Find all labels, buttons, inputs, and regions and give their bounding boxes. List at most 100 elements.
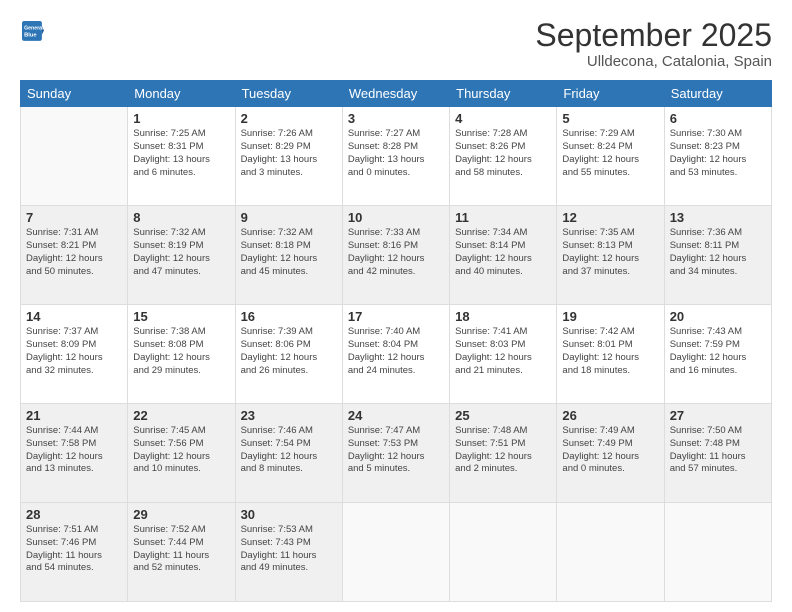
- day-number: 2: [241, 111, 337, 126]
- title-block: September 2025 Ulldecona, Catalonia, Spa…: [535, 18, 772, 70]
- table-row: 27 Sunrise: 7:50 AM Sunset: 7:48 PM Dayli…: [664, 404, 771, 503]
- table-row: [557, 503, 664, 602]
- col-sunday: Sunday: [21, 81, 128, 107]
- table-row: 6 Sunrise: 7:30 AM Sunset: 8:23 PM Daylig…: [664, 107, 771, 206]
- table-row: [342, 503, 449, 602]
- table-row: 16Sunrise: 7:39 AM Sunset: 8:06 PM Dayli…: [235, 305, 342, 404]
- calendar-week-row: 28Sunrise: 7:51 AM Sunset: 7:46 PM Dayli…: [21, 503, 772, 602]
- day-number: 12: [562, 210, 658, 225]
- day-info: Sunrise: 7:52 AM Sunset: 7:44 PM Dayligh…: [133, 524, 229, 575]
- day-number: 30: [241, 507, 337, 522]
- table-row: 9 Sunrise: 7:32 AM Sunset: 8:18 PM Daylig…: [235, 206, 342, 305]
- day-info: Sunrise: 7:26 AM Sunset: 8:29 PM Dayligh…: [241, 128, 337, 179]
- table-row: 2 Sunrise: 7:26 AM Sunset: 8:29 PM Daylig…: [235, 107, 342, 206]
- col-wednesday: Wednesday: [342, 81, 449, 107]
- day-number: 13: [670, 210, 766, 225]
- day-info: Sunrise: 7:30 AM Sunset: 8:23 PM Dayligh…: [670, 128, 766, 179]
- svg-text:General: General: [24, 25, 44, 31]
- calendar-header-row: Sunday Monday Tuesday Wednesday Thursday…: [21, 81, 772, 107]
- day-info: Sunrise: 7:42 AM Sunset: 8:01 PM Dayligh…: [562, 326, 658, 377]
- day-info: Sunrise: 7:50 AM Sunset: 7:48 PM Dayligh…: [670, 425, 766, 476]
- day-number: 17: [348, 309, 444, 324]
- table-row: 7 Sunrise: 7:31 AM Sunset: 8:21 PM Daylig…: [21, 206, 128, 305]
- day-number: 14: [26, 309, 122, 324]
- table-row: 1Sunrise: 7:25 AM Sunset: 8:31 PM Daylig…: [128, 107, 235, 206]
- day-info: Sunrise: 7:29 AM Sunset: 8:24 PM Dayligh…: [562, 128, 658, 179]
- day-number: 20: [670, 309, 766, 324]
- table-row: 30Sunrise: 7:53 AM Sunset: 7:43 PM Dayli…: [235, 503, 342, 602]
- table-row: 10 Sunrise: 7:33 AM Sunset: 8:16 PM Dayli…: [342, 206, 449, 305]
- page: General Blue September 2025 Ulldecona, C…: [0, 0, 792, 612]
- day-number: 21: [26, 408, 122, 423]
- day-info: Sunrise: 7:28 AM Sunset: 8:26 PM Dayligh…: [455, 128, 551, 179]
- day-info: Sunrise: 7:44 AM Sunset: 7:58 PM Dayligh…: [26, 425, 122, 476]
- page-title: September 2025: [535, 18, 772, 53]
- day-number: 9: [241, 210, 337, 225]
- table-row: 5Sunrise: 7:29 AM Sunset: 8:24 PM Daylig…: [557, 107, 664, 206]
- calendar-table: Sunday Monday Tuesday Wednesday Thursday…: [20, 80, 772, 602]
- day-number: 6: [670, 111, 766, 126]
- col-monday: Monday: [128, 81, 235, 107]
- day-info: Sunrise: 7:32 AM Sunset: 8:18 PM Dayligh…: [241, 227, 337, 278]
- col-thursday: Thursday: [450, 81, 557, 107]
- table-row: 26 Sunrise: 7:49 AM Sunset: 7:49 PM Dayli…: [557, 404, 664, 503]
- day-number: 10: [348, 210, 444, 225]
- col-friday: Friday: [557, 81, 664, 107]
- day-number: 22: [133, 408, 229, 423]
- col-tuesday: Tuesday: [235, 81, 342, 107]
- table-row: 28Sunrise: 7:51 AM Sunset: 7:46 PM Dayli…: [21, 503, 128, 602]
- day-info: Sunrise: 7:38 AM Sunset: 8:08 PM Dayligh…: [133, 326, 229, 377]
- day-number: 27: [670, 408, 766, 423]
- table-row: 29Sunrise: 7:52 AM Sunset: 7:44 PM Dayli…: [128, 503, 235, 602]
- day-number: 26: [562, 408, 658, 423]
- day-info: Sunrise: 7:35 AM Sunset: 8:13 PM Dayligh…: [562, 227, 658, 278]
- logo: General Blue: [20, 18, 44, 51]
- day-info: Sunrise: 7:49 AM Sunset: 7:49 PM Dayligh…: [562, 425, 658, 476]
- table-row: 13 Sunrise: 7:36 AM Sunset: 8:11 PM Dayli…: [664, 206, 771, 305]
- calendar-week-row: 1Sunrise: 7:25 AM Sunset: 8:31 PM Daylig…: [21, 107, 772, 206]
- day-number: 3: [348, 111, 444, 126]
- calendar-week-row: 21 Sunrise: 7:44 AM Sunset: 7:58 PM Dayli…: [21, 404, 772, 503]
- day-info: Sunrise: 7:32 AM Sunset: 8:19 PM Dayligh…: [133, 227, 229, 278]
- day-info: Sunrise: 7:48 AM Sunset: 7:51 PM Dayligh…: [455, 425, 551, 476]
- day-number: 28: [26, 507, 122, 522]
- day-number: 15: [133, 309, 229, 324]
- day-info: Sunrise: 7:46 AM Sunset: 7:54 PM Dayligh…: [241, 425, 337, 476]
- day-info: Sunrise: 7:25 AM Sunset: 8:31 PM Dayligh…: [133, 128, 229, 179]
- table-row: 4Sunrise: 7:28 AM Sunset: 8:26 PM Daylig…: [450, 107, 557, 206]
- table-row: 14 Sunrise: 7:37 AM Sunset: 8:09 PM Dayli…: [21, 305, 128, 404]
- table-row: 3 Sunrise: 7:27 AM Sunset: 8:28 PM Daylig…: [342, 107, 449, 206]
- table-row: 18Sunrise: 7:41 AM Sunset: 8:03 PM Dayli…: [450, 305, 557, 404]
- table-row: 8 Sunrise: 7:32 AM Sunset: 8:19 PM Daylig…: [128, 206, 235, 305]
- day-number: 7: [26, 210, 122, 225]
- day-number: 8: [133, 210, 229, 225]
- day-number: 18: [455, 309, 551, 324]
- table-row: 24 Sunrise: 7:47 AM Sunset: 7:53 PM Dayli…: [342, 404, 449, 503]
- day-info: Sunrise: 7:47 AM Sunset: 7:53 PM Dayligh…: [348, 425, 444, 476]
- table-row: 20Sunrise: 7:43 AM Sunset: 7:59 PM Dayli…: [664, 305, 771, 404]
- day-number: 19: [562, 309, 658, 324]
- table-row: 11Sunrise: 7:34 AM Sunset: 8:14 PM Dayli…: [450, 206, 557, 305]
- svg-text:Blue: Blue: [24, 33, 36, 39]
- day-info: Sunrise: 7:36 AM Sunset: 8:11 PM Dayligh…: [670, 227, 766, 278]
- logo-icon: General Blue: [22, 18, 44, 46]
- table-row: 17Sunrise: 7:40 AM Sunset: 8:04 PM Dayli…: [342, 305, 449, 404]
- day-number: 11: [455, 210, 551, 225]
- table-row: 25 Sunrise: 7:48 AM Sunset: 7:51 PM Dayli…: [450, 404, 557, 503]
- table-row: 21 Sunrise: 7:44 AM Sunset: 7:58 PM Dayli…: [21, 404, 128, 503]
- day-number: 24: [348, 408, 444, 423]
- calendar-week-row: 14 Sunrise: 7:37 AM Sunset: 8:09 PM Dayli…: [21, 305, 772, 404]
- day-info: Sunrise: 7:33 AM Sunset: 8:16 PM Dayligh…: [348, 227, 444, 278]
- table-row: 23Sunrise: 7:46 AM Sunset: 7:54 PM Dayli…: [235, 404, 342, 503]
- table-row: 22Sunrise: 7:45 AM Sunset: 7:56 PM Dayli…: [128, 404, 235, 503]
- day-info: Sunrise: 7:31 AM Sunset: 8:21 PM Dayligh…: [26, 227, 122, 278]
- day-info: Sunrise: 7:39 AM Sunset: 8:06 PM Dayligh…: [241, 326, 337, 377]
- day-info: Sunrise: 7:27 AM Sunset: 8:28 PM Dayligh…: [348, 128, 444, 179]
- day-number: 25: [455, 408, 551, 423]
- table-row: 15 Sunrise: 7:38 AM Sunset: 8:08 PM Dayli…: [128, 305, 235, 404]
- day-info: Sunrise: 7:37 AM Sunset: 8:09 PM Dayligh…: [26, 326, 122, 377]
- header: General Blue September 2025 Ulldecona, C…: [20, 18, 772, 70]
- page-subtitle: Ulldecona, Catalonia, Spain: [535, 53, 772, 70]
- table-row: [21, 107, 128, 206]
- table-row: 19 Sunrise: 7:42 AM Sunset: 8:01 PM Dayli…: [557, 305, 664, 404]
